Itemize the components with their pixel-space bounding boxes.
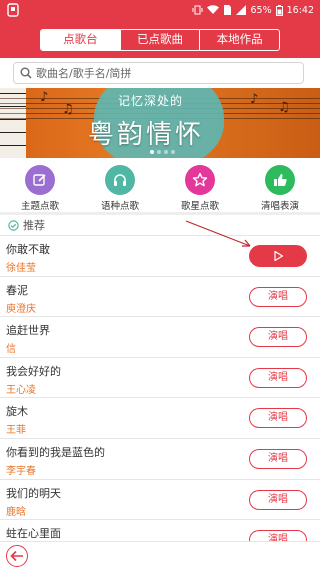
banner-subtitle: 记忆深处的 (118, 94, 184, 108)
list-item[interactable]: 我们的明天 鹿晗 演唱 (0, 480, 320, 521)
list-item[interactable]: 旋木 王菲 演唱 (0, 398, 320, 439)
list-item[interactable]: 追赶世界 信 演唱 (0, 317, 320, 358)
song-title: 蛀在心里面 (6, 527, 61, 541)
singer-name: 徐佳莹 (6, 263, 36, 274)
song-title: 你看到的我是蓝色的 (6, 445, 105, 459)
header: 点歌台 已点歌曲 本地作品 (0, 20, 320, 58)
play-button[interactable] (249, 245, 307, 267)
list-item[interactable]: 你敢不敢 徐佳莹 (0, 236, 320, 277)
sing-button[interactable]: 演唱 (249, 327, 307, 348)
search-input[interactable] (36, 66, 286, 80)
clock: 16:42 (286, 4, 314, 16)
song-title: 我们的明天 (6, 486, 61, 500)
play-icon (274, 250, 284, 262)
battery-percent: 65% (250, 4, 272, 16)
recommend-icon (8, 219, 19, 231)
category-language[interactable]: 语种点歌 (80, 160, 160, 212)
singer-name: 鹿晗 (6, 506, 26, 518)
singer-name: 王菲 (6, 425, 26, 437)
vibrate-icon (192, 5, 203, 15)
singer-name: 庾澄庆 (6, 303, 36, 315)
thumbs-up-icon (265, 165, 295, 195)
tab-song-station[interactable]: 点歌台 (41, 30, 121, 50)
song-title: 你敢不敢 (6, 243, 50, 256)
signal-icon (236, 5, 247, 15)
banner-title: 粤韵情怀 (88, 120, 205, 150)
singer-name: 信 (6, 344, 16, 356)
sing-button[interactable]: 演唱 (249, 286, 307, 307)
tab-bar: 点歌台 已点歌曲 本地作品 (40, 29, 280, 51)
song-title: 旋木 (6, 405, 28, 419)
category-singer[interactable]: 歌星点歌 (160, 160, 240, 212)
music-note-icon: ♫ (62, 102, 74, 117)
music-note-icon: ♪ (40, 90, 49, 105)
status-bar: 65% 16:42 (0, 0, 320, 20)
tab-ordered-songs[interactable]: 已点歌曲 (121, 30, 201, 50)
search-icon (20, 67, 32, 79)
sim-icon (224, 5, 232, 15)
song-list: 你敢不敢 徐佳莹 春泥 庾澄庆 演唱 追赶世界 信 演唱 我会好好的 王心凌 演… (0, 236, 320, 561)
sing-button[interactable]: 演唱 (249, 448, 307, 469)
search-area (0, 58, 320, 86)
category-acappella[interactable]: 清唱表演 (240, 160, 320, 212)
back-button[interactable] (6, 545, 28, 567)
battery-icon (275, 4, 283, 16)
list-item[interactable]: 我会好好的 王心凌 演唱 (0, 358, 320, 399)
recommend-label: 推荐 (23, 219, 45, 232)
app-notification-icon (7, 3, 19, 17)
list-item[interactable]: 春泥 庾澄庆 演唱 (0, 277, 320, 318)
bottom-bar (0, 541, 320, 569)
back-arrow-icon (10, 550, 23, 562)
song-title: 春泥 (6, 283, 28, 297)
sing-button[interactable]: 演唱 (249, 367, 307, 388)
category-label: 语种点歌 (100, 201, 139, 212)
search-box[interactable] (13, 62, 304, 84)
banner-pagination (150, 150, 175, 154)
music-note-icon: ♫ (278, 100, 290, 115)
music-note-icon: ♪ (250, 92, 259, 107)
wifi-icon (207, 5, 220, 14)
promo-banner[interactable]: ♪ ♫ ♪ ♫ 记忆深处的 粤韵情怀 (0, 88, 320, 158)
song-title: 我会好好的 (6, 364, 61, 378)
tab-local-works[interactable]: 本地作品 (200, 30, 279, 50)
category-label: 主题点歌 (20, 201, 59, 212)
category-label: 歌星点歌 (180, 201, 219, 212)
recommend-header: 推荐 (0, 215, 320, 236)
headphones-icon (105, 165, 135, 195)
edit-icon (25, 165, 55, 195)
singer-name: 王心凌 (6, 384, 36, 396)
singer-name: 李宇春 (6, 465, 36, 477)
song-title: 追赶世界 (6, 324, 50, 338)
status-icons: 65% 16:42 (192, 0, 314, 20)
star-icon (185, 165, 215, 195)
sing-button[interactable]: 演唱 (249, 489, 307, 510)
sing-button[interactable]: 演唱 (249, 408, 307, 429)
category-label: 清唱表演 (260, 201, 299, 212)
list-item[interactable]: 你看到的我是蓝色的 李宇春 演唱 (0, 439, 320, 480)
category-theme[interactable]: 主题点歌 (0, 160, 80, 212)
category-row: 主题点歌 语种点歌 歌星点歌 清唱表演 (0, 160, 320, 212)
